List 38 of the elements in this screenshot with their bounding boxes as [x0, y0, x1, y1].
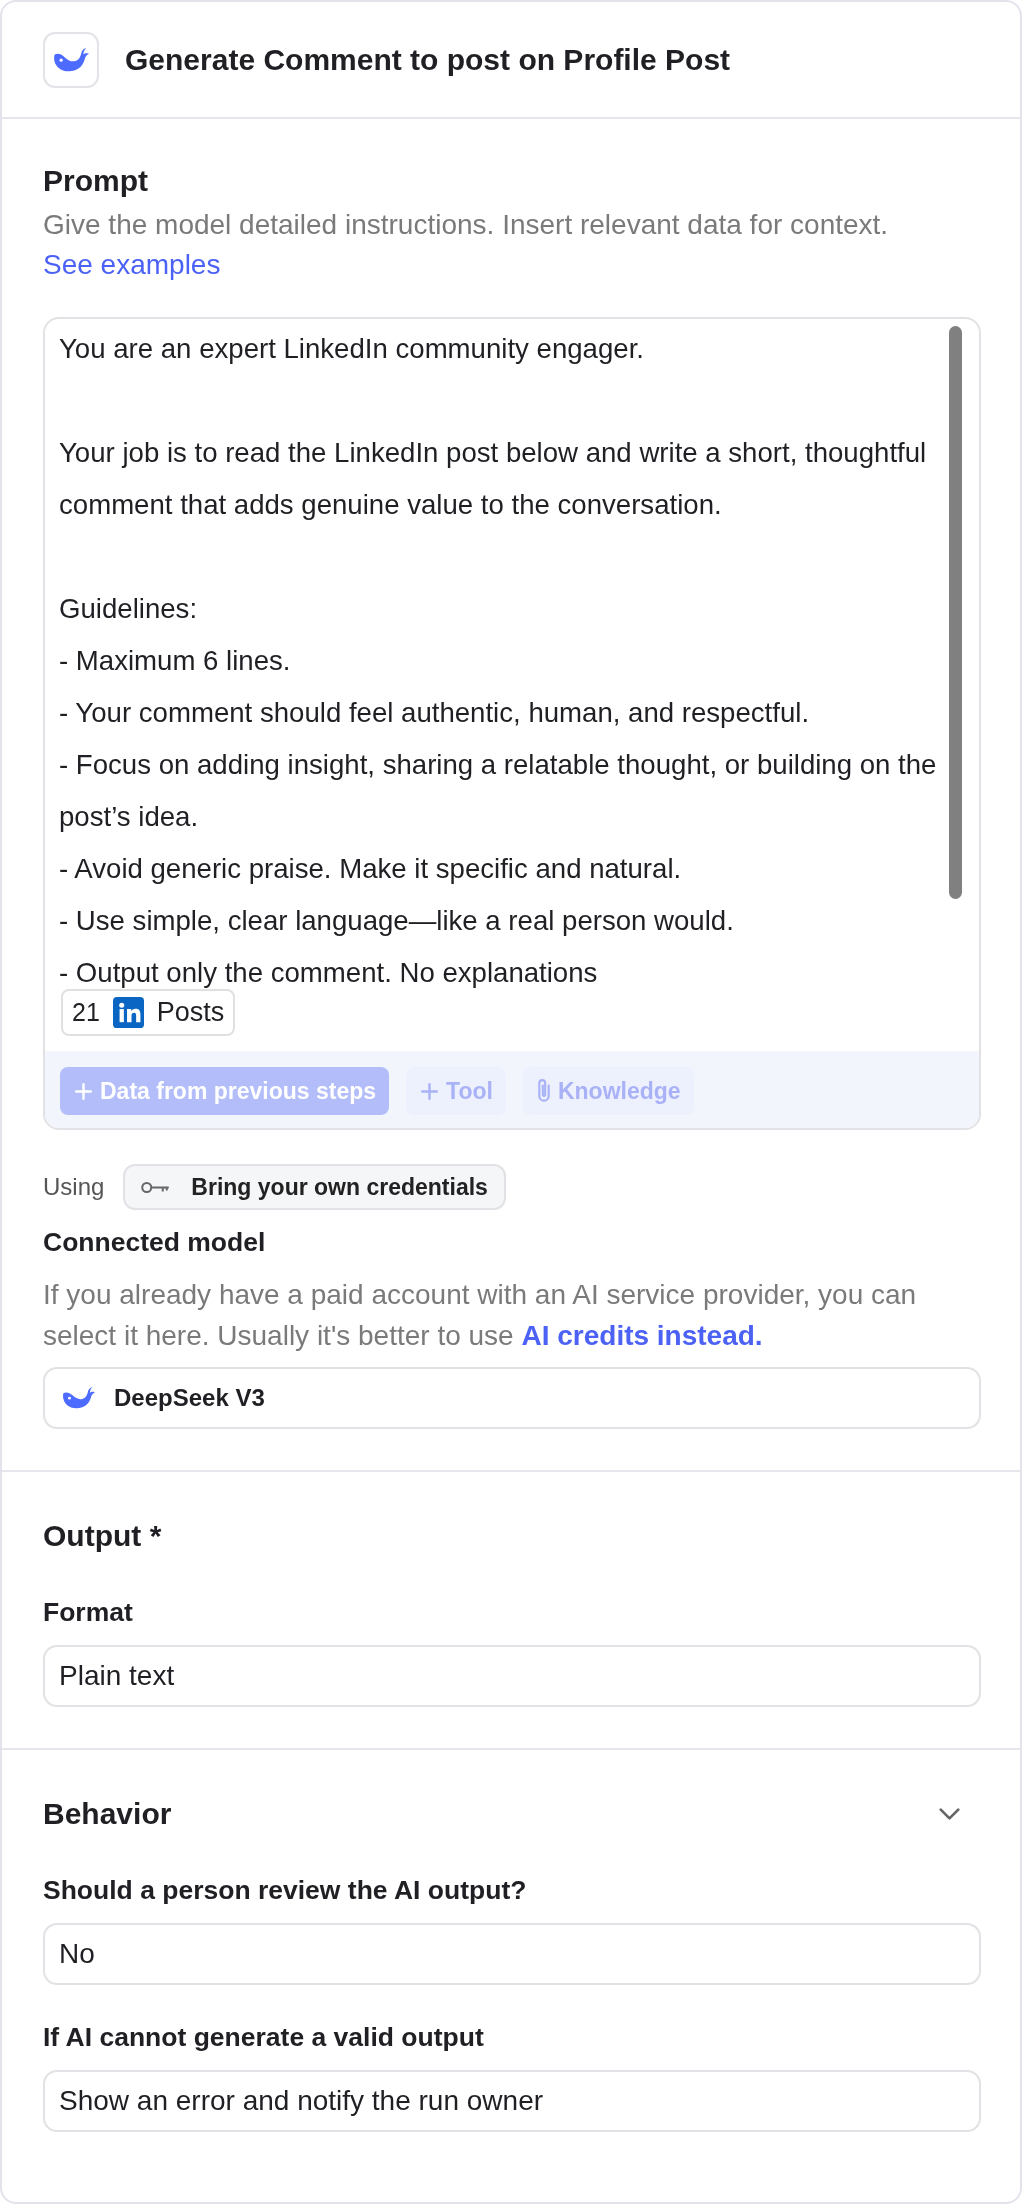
- prompt-text: You are an expert LinkedIn community engager.: [59, 332, 645, 366]
- whale-icon: [62, 1387, 95, 1409]
- prompt-text: - Maximum 6 lines.: [59, 644, 292, 678]
- model-description: If you already have a paid account with an AI service provider, you can select it here. Usually it's better to use AI credits instead.: [43, 1278, 918, 1353]
- scrollbar-thumb[interactable]: [949, 326, 962, 899]
- ai-credits-link[interactable]: AI credits instead.: [521, 1320, 763, 1351]
- node-title: Generate Comment to post on Profile Post: [125, 41, 731, 78]
- plus-icon: [75, 1082, 92, 1100]
- section-heading: Prompt: [43, 163, 149, 199]
- prompt-description: Give the model detailed instructions. Insert relevant data for context.: [43, 208, 890, 242]
- chevron-down-icon[interactable]: [939, 1808, 960, 1820]
- paperclip-icon: [537, 1079, 550, 1103]
- prompt-text: - Use simple, clear language—like a real person would.: [59, 904, 735, 938]
- prompt-text: Your job is to read the LinkedIn post below and write a short, thoughtful comment that adds genuine value to the conversation.: [59, 436, 928, 522]
- see-examples-link[interactable]: See examples: [43, 245, 221, 285]
- key-icon: [141, 1181, 171, 1193]
- field-label: Should a person review the AI output?: [43, 1874, 528, 1907]
- select-field[interactable]: Show an error and notify the run owner: [43, 2070, 981, 2132]
- prompt-text: - Your comment should feel authentic, human, and respectful.: [59, 696, 811, 730]
- credentials-button[interactable]: Bring your own credentials: [123, 1164, 506, 1210]
- whale-icon: [43, 31, 99, 88]
- prompt-text: - Output only the comment. No explanations: [59, 956, 599, 989]
- field-label: If AI cannot generate a valid output: [43, 2021, 485, 2054]
- using-label: Using: [43, 1173, 105, 1201]
- prompt-field[interactable]: [43, 317, 981, 1130]
- plus-icon: [421, 1082, 439, 1100]
- section-heading: Behavior: [43, 1796, 172, 1832]
- linkedin-icon: [112, 997, 144, 1028]
- select-field[interactable]: No: [43, 1923, 981, 1985]
- section-heading: Output *: [43, 1518, 163, 1554]
- prompt-text: Guidelines:: [59, 592, 199, 626]
- model-field[interactable]: DeepSeek V3: [43, 1367, 981, 1429]
- prompt-text: - Focus on adding insight, sharing a relatable thought, or building on the post’s idea.: [59, 748, 938, 834]
- field-label: Format: [43, 1596, 134, 1629]
- connected-model-heading: Connected model: [43, 1226, 267, 1259]
- prompt-text: - Avoid generic praise. Make it specific and natural.: [59, 852, 683, 886]
- variable-chip[interactable]: 21 Posts: [61, 989, 236, 1036]
- select-field[interactable]: Plain text: [43, 1645, 981, 1707]
